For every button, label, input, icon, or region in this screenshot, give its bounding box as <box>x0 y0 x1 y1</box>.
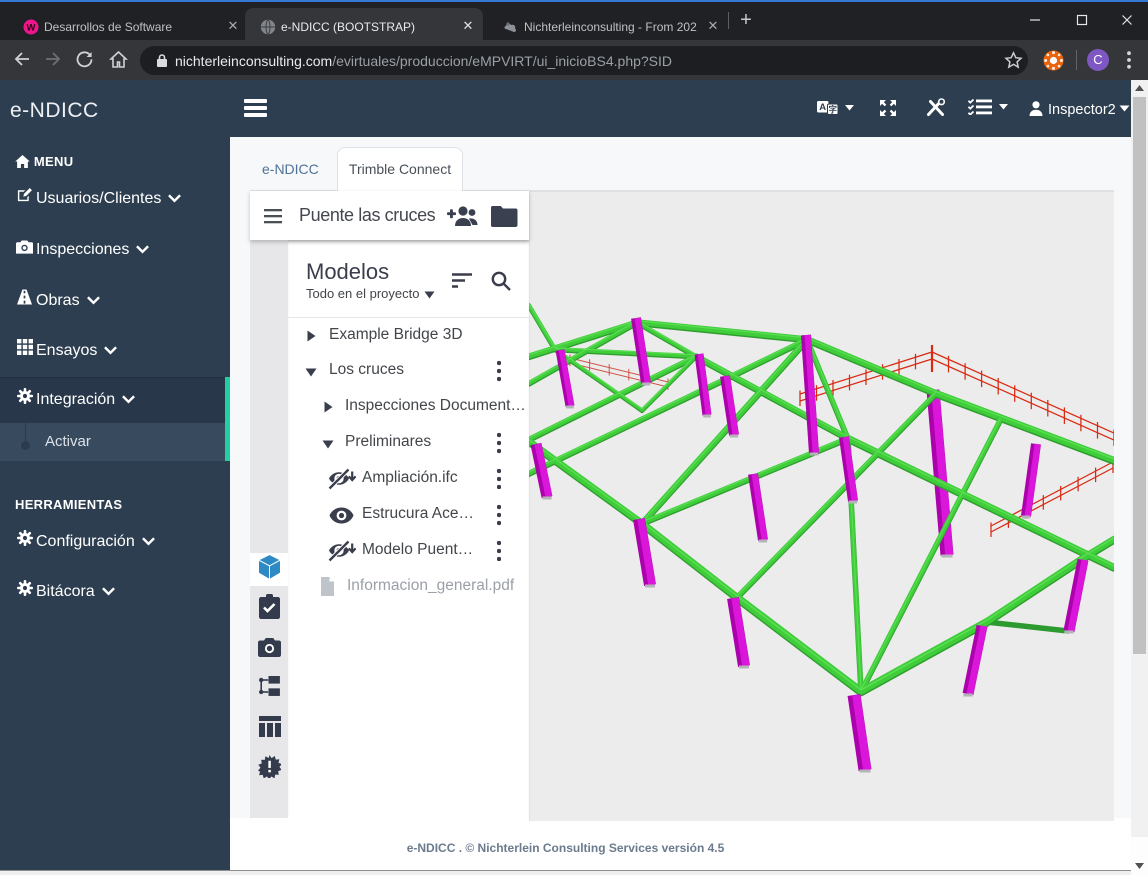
svg-text:W: W <box>27 23 36 34</box>
svg-text:字: 字 <box>828 105 837 115</box>
svg-text:A: A <box>819 102 826 113</box>
